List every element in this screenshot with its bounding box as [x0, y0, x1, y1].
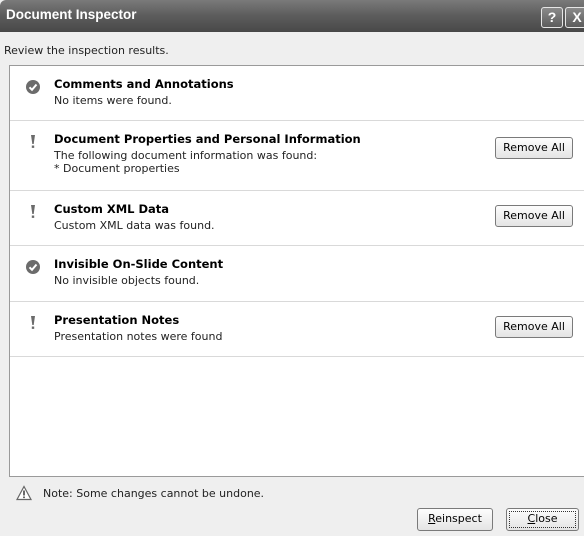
results-panel: Comments and Annotations No items were f…	[9, 65, 584, 477]
check-circle-icon	[26, 80, 40, 94]
remove-all-button[interactable]: Remove All	[495, 137, 573, 159]
check-circle-icon	[26, 260, 40, 274]
remove-all-button[interactable]: Remove All	[495, 316, 573, 338]
result-title: Presentation Notes	[54, 313, 180, 327]
result-title: Invisible On-Slide Content	[54, 257, 224, 271]
warning-icon	[16, 485, 32, 501]
result-description: No items were found.	[54, 94, 172, 107]
result-title: Comments and Annotations	[54, 77, 234, 91]
remove-all-button[interactable]: Remove All	[495, 205, 573, 227]
close-icon: X	[572, 9, 582, 25]
result-title: Document Properties and Personal Informa…	[54, 132, 361, 146]
result-description: No invisible objects found.	[54, 274, 200, 287]
focus-ring	[509, 511, 576, 528]
close-button[interactable]: Close	[506, 508, 579, 531]
result-row-document-properties: Document Properties and Personal Informa…	[10, 121, 584, 191]
result-row-custom-xml: Custom XML Data Custom XML data was foun…	[10, 191, 584, 246]
dialog-subtitle: Review the inspection results.	[4, 44, 169, 57]
window-close-button[interactable]: X	[565, 7, 584, 28]
result-row-comments: Comments and Annotations No items were f…	[10, 66, 584, 121]
exclamation-icon	[31, 316, 35, 329]
result-title: Custom XML Data	[54, 202, 170, 216]
help-button[interactable]: ?	[541, 7, 563, 28]
button-label: einspect	[435, 512, 482, 525]
help-icon: ?	[547, 9, 557, 25]
result-description: The following document information was f…	[54, 149, 318, 162]
title-bar[interactable]: Document Inspector ? X	[0, 0, 584, 32]
result-description: Presentation notes were found	[54, 330, 223, 343]
exclamation-icon	[31, 205, 35, 218]
result-row-invisible-content: Invisible On-Slide Content No invisible …	[10, 246, 584, 302]
exclamation-icon	[31, 135, 35, 148]
result-description: Custom XML data was found.	[54, 219, 215, 232]
reinspect-button[interactable]: Reinspect	[417, 508, 493, 531]
warning-note: Note: Some changes cannot be undone.	[43, 487, 265, 500]
document-inspector-dialog: Document Inspector ? X Review the inspec…	[0, 0, 584, 536]
result-row-presentation-notes: Presentation Notes Presentation notes we…	[10, 302, 584, 357]
window-title: Document Inspector	[6, 7, 137, 22]
result-detail: * Document properties	[54, 162, 180, 175]
